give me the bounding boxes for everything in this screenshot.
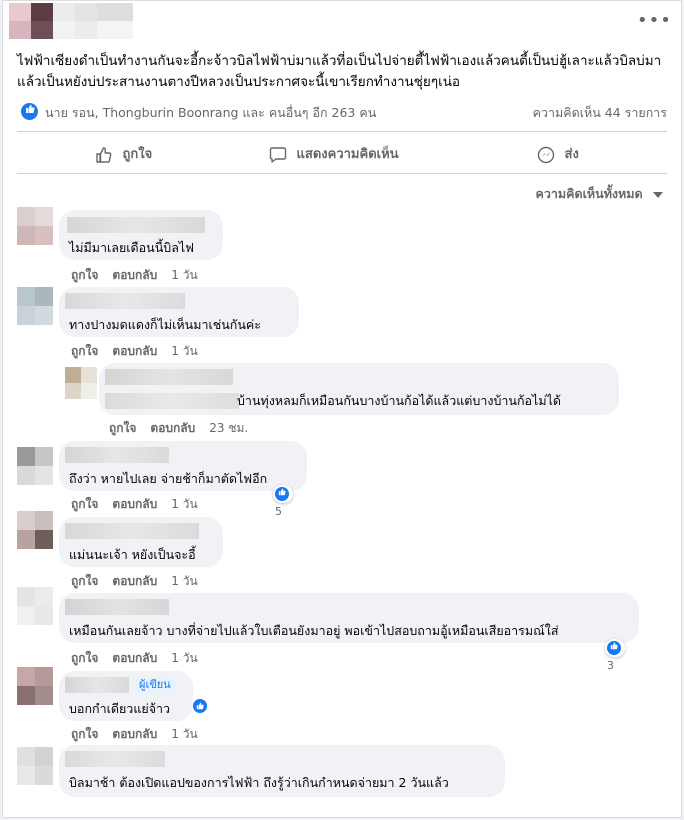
- messenger-icon: [537, 146, 555, 163]
- like-reaction-icon: [275, 487, 289, 501]
- comment-bubble: บิลมาช้า ต้องเปิดแอปของการไฟฟ้า ถึงรู้ว่…: [59, 745, 505, 797]
- comment-time[interactable]: 1 วัน: [171, 651, 197, 665]
- comment-sort-dropdown[interactable]: ความคิดเห็นทั้งหมด: [536, 184, 663, 204]
- comment-text: ไม่มีมาเลยเดือนนี้บิลไฟ: [69, 240, 194, 255]
- comment-bubble: ผู้เขียน บอกกำเดียวแย่จ้าว: [59, 671, 207, 721]
- comment-meta: ถูกใจ ตอบกลับ 1 วัน: [71, 649, 198, 668]
- comment-like-button[interactable]: ถูกใจ: [71, 727, 98, 741]
- comment-text: เหมือนกันเลยจ้าว บางที่จ่ายไปแล้วใบเตือน…: [69, 623, 559, 638]
- avatar[interactable]: [17, 287, 53, 325]
- like-reaction-icon: [193, 699, 207, 713]
- comment-time[interactable]: 1 วัน: [171, 344, 197, 358]
- comment-like-button[interactable]: ถูกใจ: [71, 497, 98, 511]
- reaction-count: 5: [275, 505, 282, 518]
- comment-meta: ถูกใจ ตอบกลับ 1 วัน: [71, 572, 198, 591]
- comment-meta: ถูกใจ ตอบกลับ 1 วัน: [71, 266, 198, 285]
- comment-text: ถึงว่า หายไปเลย จ่ายช้าก็มาตัดไฟอีก: [69, 471, 268, 486]
- comment-label: แสดงความคิดเห็น: [296, 147, 399, 162]
- avatar[interactable]: [17, 587, 53, 625]
- divider: [17, 131, 667, 132]
- comment-count[interactable]: ความคิดเห็น 44 รายการ: [533, 103, 667, 123]
- commenter-name[interactable]: [65, 677, 129, 693]
- reaction-count: 3: [607, 659, 614, 672]
- reactions-summary[interactable]: นาย รอน, Thongburin Boonrang และ คนอื่นๆ…: [17, 101, 667, 123]
- commenter-name-extra: [105, 393, 239, 409]
- comment-text: ทางปางมดแดงก็ไม่เห็นมาเช่นกันค่ะ: [69, 317, 261, 332]
- avatar[interactable]: [17, 447, 53, 485]
- comment-time[interactable]: 1 วัน: [171, 574, 197, 588]
- commenter-name[interactable]: [67, 217, 205, 233]
- like-reaction-icon: [21, 103, 38, 120]
- comment-like-button[interactable]: ถูกใจ: [71, 268, 98, 282]
- commenter-name[interactable]: [65, 293, 185, 309]
- comment-bubble: เหมือนกันเลยจ้าว บางที่จ่ายไปแล้วใบเตือน…: [59, 593, 639, 643]
- comment-meta: ถูกใจ ตอบกลับ 1 วัน: [71, 342, 198, 361]
- thumbs-up-icon: [96, 146, 112, 163]
- avatar[interactable]: [17, 667, 53, 705]
- comment-bubble: ทางปางมดแดงก็ไม่เห็นมาเช่นกันค่ะ: [59, 287, 299, 337]
- comment-like-button[interactable]: ถูกใจ: [109, 421, 136, 435]
- comment-text: บิลมาช้า ต้องเปิดแอปของการไฟฟ้า ถึงรู้ว่…: [69, 775, 449, 790]
- post-card: ••• ไฟฟ้าเซียงดำเป็นทำงานกันจะอี้กะจ้าวบ…: [2, 0, 682, 818]
- author-badge: ผู้เขียน: [135, 677, 175, 693]
- comment-meta: ถูกใจ ตอบกลับ 1 วัน: [71, 725, 198, 744]
- reaction-names[interactable]: นาย รอน, Thongburin Boonrang และ คนอื่นๆ…: [45, 103, 376, 123]
- comment-reply-button[interactable]: ตอบกลับ: [112, 574, 157, 588]
- comment-reply-button[interactable]: ตอบกลับ: [112, 651, 157, 665]
- divider: [17, 173, 667, 174]
- share-button[interactable]: ส่ง: [537, 143, 579, 164]
- comment-time[interactable]: 1 วัน: [171, 727, 197, 741]
- comment-text: บอกกำเดียวแย่จ้าว: [69, 701, 171, 716]
- reaction-count-badge[interactable]: 5: [273, 485, 293, 518]
- comment-meta: ถูกใจ ตอบกลับ 1 วัน: [71, 495, 198, 514]
- comment-time[interactable]: 23 ชม.: [209, 421, 248, 435]
- like-reaction-icon: [607, 641, 621, 655]
- comment-like-button[interactable]: ถูกใจ: [71, 574, 98, 588]
- share-label: ส่ง: [564, 147, 579, 162]
- comment-like-button[interactable]: ถูกใจ: [71, 344, 98, 358]
- reaction-count-badge[interactable]: 3: [605, 639, 625, 672]
- caret-down-icon: [653, 191, 663, 198]
- sort-label: ความคิดเห็นทั้งหมด: [535, 186, 643, 201]
- comment-meta: ถูกใจ ตอบกลับ 23 ชม.: [109, 419, 248, 438]
- avatar[interactable]: [65, 367, 97, 399]
- comment-reply-button[interactable]: ตอบกลับ: [150, 421, 195, 435]
- post-actions: ถูกใจ แสดงความคิดเห็น ส่ง: [17, 139, 667, 169]
- comment-text: บ้านทุ่งหลมก็เหมือนกันบางบ้านก้อได้แล้วแ…: [237, 393, 561, 408]
- comment-reply-button[interactable]: ตอบกลับ: [112, 727, 157, 741]
- comment-text: แม่นนะเจ้า หยังเป็นจะอี้: [69, 547, 196, 562]
- commenter-name[interactable]: [65, 751, 165, 767]
- like-button[interactable]: ถูกใจ: [95, 143, 152, 164]
- avatar[interactable]: [17, 511, 53, 549]
- comment-reply-button[interactable]: ตอบกลับ: [112, 344, 157, 358]
- comment-time[interactable]: 1 วัน: [171, 497, 197, 511]
- comment-bubble: บ้านทุ่งหลมก็เหมือนกันบางบ้านก้อได้แล้วแ…: [99, 363, 619, 415]
- more-options-button[interactable]: •••: [637, 11, 671, 31]
- comment-reply-button[interactable]: ตอบกลับ: [112, 268, 157, 282]
- comment-bubble: ไม่มีมาเลยเดือนนี้บิลไฟ: [59, 210, 223, 260]
- like-label: ถูกใจ: [122, 147, 153, 162]
- comment-reply-button[interactable]: ตอบกลับ: [112, 497, 157, 511]
- page-avatar[interactable]: [9, 3, 133, 39]
- commenter-name[interactable]: [105, 369, 233, 385]
- commenter-name[interactable]: [65, 599, 169, 615]
- comment-like-button[interactable]: ถูกใจ: [71, 651, 98, 665]
- avatar[interactable]: [17, 747, 53, 785]
- comment-bubble: ถึงว่า หายไปเลย จ่ายช้าก็มาตัดไฟอีก: [59, 441, 307, 491]
- post-text: ไฟฟ้าเซียงดำเป็นทำงานกันจะอี้กะจ้าวบิลไฟ…: [17, 53, 662, 90]
- commenter-name[interactable]: [65, 523, 199, 539]
- comment-icon: [269, 146, 287, 163]
- avatar[interactable]: [17, 207, 53, 245]
- commenter-name[interactable]: [65, 447, 169, 463]
- comment-bubble: แม่นนะเจ้า หยังเป็นจะอี้: [59, 517, 223, 567]
- comment-time[interactable]: 1 วัน: [171, 268, 197, 282]
- comment-button[interactable]: แสดงความคิดเห็น: [269, 143, 399, 164]
